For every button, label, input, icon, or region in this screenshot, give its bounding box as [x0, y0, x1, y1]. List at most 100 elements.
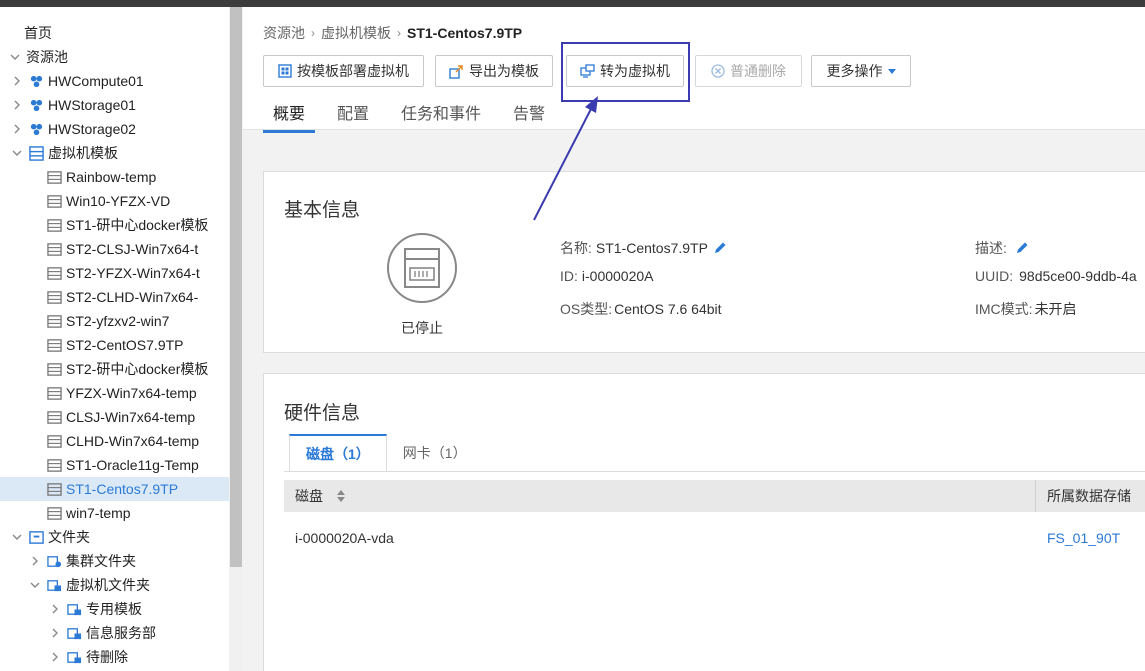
chevron-right-icon[interactable] — [48, 626, 62, 640]
sidebar-item-label: ST2-研中心docker模板 — [66, 361, 209, 377]
template-icon — [46, 217, 62, 233]
hardware-info-card: 硬件信息 磁盘（1） 网卡（1） 磁盘 所属数据存储 i-0000020A-vd… — [263, 373, 1145, 671]
chevron-right-icon[interactable] — [10, 74, 24, 88]
template-icon — [46, 505, 62, 521]
sidebar-item[interactable]: 专用模板 — [48, 597, 142, 621]
sidebar-item[interactable]: ST2-CLHD-Win7x64- — [46, 285, 198, 309]
tab-configuration[interactable]: 配置 — [327, 100, 379, 133]
delete-button[interactable]: 普通删除 — [695, 55, 802, 87]
sidebar-item[interactable]: 文件夹 — [10, 525, 90, 549]
sidebar-item[interactable]: ST1-研中心docker模板 — [46, 213, 208, 237]
sidebar-item-label: ST2-CLHD-Win7x64- — [66, 289, 199, 305]
chevron-right-icon[interactable] — [28, 554, 42, 568]
sidebar-item[interactable]: Win10-YFZX-VD — [46, 189, 170, 213]
description-key: 描述: — [975, 240, 1007, 256]
sidebar-item-label: ST2-CLSJ-Win7x64-t — [66, 241, 199, 257]
sidebar-item[interactable]: 信息服务部 — [48, 621, 156, 645]
annotation-highlight-box — [561, 42, 690, 102]
sidebar-item[interactable]: Rainbow-temp — [46, 165, 156, 189]
subtab-disks[interactable]: 磁盘（1） — [289, 434, 387, 471]
uuid-field: UUID: 98d5ce00-9ddb-4a — [975, 268, 1137, 284]
export-as-template-label: 导出为模板 — [469, 63, 539, 79]
sidebar-item[interactable]: CLSJ-Win7x64-temp — [46, 405, 195, 429]
chevron-right-icon[interactable] — [10, 98, 24, 112]
tab-tasks-events[interactable]: 任务和事件 — [391, 100, 491, 133]
sidebar-item-label: 文件夹 — [48, 529, 90, 545]
deploy-from-template-button[interactable]: 按模板部署虚拟机 — [263, 55, 424, 87]
edit-description-pencil-icon[interactable] — [1015, 241, 1029, 255]
sidebar-item-label: YFZX-Win7x64-temp — [66, 385, 197, 401]
sidebar-item-label: 集群文件夹 — [66, 553, 136, 569]
sidebar-item-label: ST2-yfzxv2-win7 — [66, 313, 170, 329]
column-divider — [1035, 480, 1036, 512]
sidebar-item[interactable]: HWCompute01 — [10, 69, 144, 93]
chevron-down-icon[interactable] — [10, 146, 24, 160]
export-icon — [449, 64, 464, 79]
template-icon — [46, 241, 62, 257]
caret-down-icon — [887, 68, 896, 74]
os-type-field: OS类型: CentOS 7.6 64bit — [560, 299, 722, 319]
breadcrumb-item-resource-pool[interactable]: 资源池 — [263, 23, 305, 43]
more-actions-dropdown[interactable]: 更多操作 — [811, 55, 911, 87]
name-value: ST1-Centos7.9TP — [595, 240, 708, 256]
sidebar-item-label: 首页 — [24, 25, 52, 41]
template-folder-icon — [28, 145, 44, 161]
tab-alarms[interactable]: 告警 — [503, 100, 555, 133]
sidebar-item[interactable]: 虚拟机文件夹 — [28, 573, 150, 597]
sidebar-item[interactable]: win7-temp — [46, 501, 131, 525]
sidebar-item[interactable]: 集群文件夹 — [28, 549, 136, 573]
cluster-icon — [28, 121, 44, 137]
sidebar-item[interactable]: YFZX-Win7x64-temp — [46, 381, 197, 405]
sidebar-item[interactable]: CLHD-Win7x64-temp — [46, 429, 199, 453]
sidebar-item-label: ST2-CentOS7.9TP — [66, 337, 184, 353]
page-title: ST1-Centos7.9TP — [407, 25, 523, 41]
chevron-down-icon[interactable] — [8, 50, 22, 64]
sidebar-item[interactable]: ST2-CLSJ-Win7x64-t — [46, 237, 198, 261]
subtab-nics[interactable]: 网卡（1） — [387, 434, 483, 471]
sidebar-scrollbar-thumb[interactable] — [230, 7, 242, 567]
breadcrumb: 资源池 › 虚拟机模板 › ST1-Centos7.9TP — [263, 23, 522, 43]
breadcrumb-item-vm-templates[interactable]: 虚拟机模板 — [321, 23, 391, 43]
name-field: 名称: ST1-Centos7.9TP — [560, 238, 727, 258]
more-actions-label: 更多操作 — [826, 63, 883, 79]
sidebar-item-label: HWCompute01 — [48, 73, 144, 89]
template-icon — [46, 169, 62, 185]
sidebar-item[interactable]: 资源池 — [8, 45, 68, 69]
sidebar-item[interactable]: ST2-CentOS7.9TP — [46, 333, 184, 357]
column-header-disk[interactable]: 磁盘 — [295, 480, 345, 512]
sidebar-item[interactable]: ST2-YFZX-Win7x64-t — [46, 261, 200, 285]
sidebar-item[interactable]: 虚拟机模板 — [10, 141, 118, 165]
template-icon — [46, 433, 62, 449]
sidebar-item[interactable]: ST2-yfzxv2-win7 — [46, 309, 169, 333]
template-icon — [46, 457, 62, 473]
sort-icon[interactable] — [337, 490, 345, 502]
export-as-template-button[interactable]: 导出为模板 — [435, 55, 553, 87]
tab-summary[interactable]: 概要 — [263, 100, 316, 133]
sidebar-item[interactable]: HWStorage01 — [10, 93, 136, 117]
template-icon — [46, 265, 62, 281]
chevron-right-icon[interactable] — [48, 650, 62, 664]
sidebar-item[interactable]: ST1-Centos7.9TP — [0, 477, 229, 501]
datastore-link[interactable]: FS_01_90T — [1047, 530, 1120, 546]
chevron-down-icon[interactable] — [10, 530, 24, 544]
chevron-right-icon[interactable] — [48, 602, 62, 616]
sidebar-item-label: HWStorage01 — [48, 97, 136, 113]
main-content: 资源池 › 虚拟机模板 › ST1-Centos7.9TP 按模板部署虚拟机 导… — [243, 7, 1145, 671]
subtab-divider — [284, 471, 1145, 472]
chevron-down-icon[interactable] — [28, 578, 42, 592]
sidebar-item[interactable]: HWStorage02 — [10, 117, 136, 141]
sidebar-item-label: 虚拟机模板 — [48, 145, 118, 161]
id-value: i-0000020A — [581, 268, 654, 284]
id-key: ID: — [560, 268, 578, 284]
sidebar-item-label: 虚拟机文件夹 — [66, 577, 150, 593]
breadcrumb-separator: › — [311, 26, 315, 40]
sidebar-item-label: Win10-YFZX-VD — [66, 193, 171, 209]
edit-name-pencil-icon[interactable] — [713, 241, 727, 255]
sidebar-item[interactable]: 首页 — [24, 21, 52, 45]
sidebar-item[interactable]: 待删除 — [48, 645, 128, 669]
sidebar-item[interactable]: ST2-研中心docker模板 — [46, 357, 208, 381]
column-header-datastore[interactable]: 所属数据存储 — [1047, 480, 1131, 512]
imc-mode-field: IMC模式: 未开启 — [975, 299, 1077, 319]
sidebar-item[interactable]: ST1-Oracle11g-Temp — [46, 453, 199, 477]
chevron-right-icon[interactable] — [10, 122, 24, 136]
